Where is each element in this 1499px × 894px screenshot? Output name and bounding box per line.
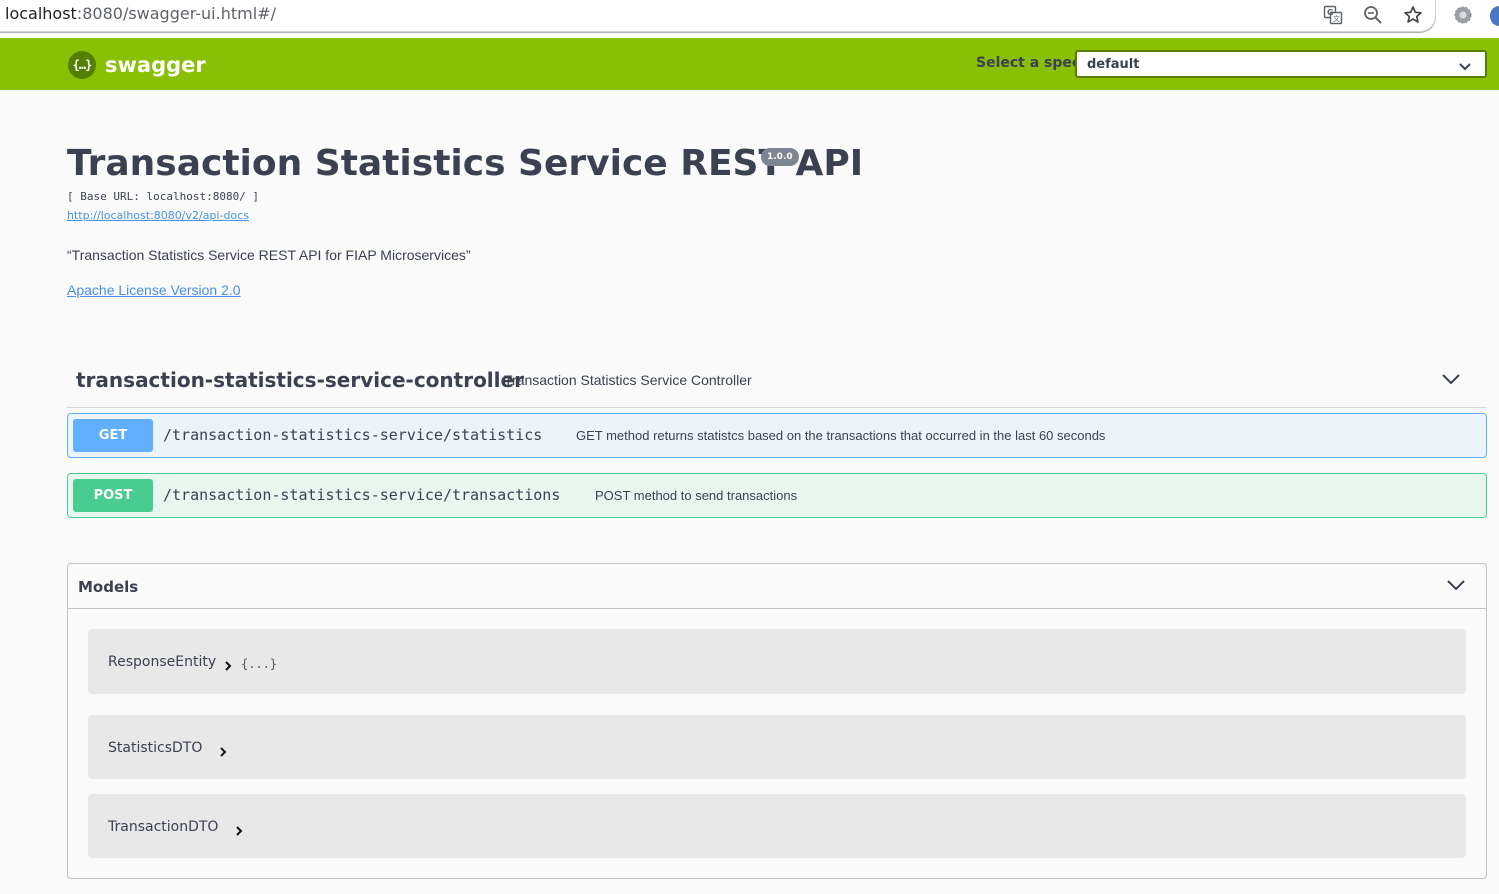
tag-description: Transaction Statistics Service Controlle… (504, 372, 752, 388)
model-response-entity[interactable]: ResponseEntity {...} (88, 629, 1466, 694)
address-bar-text: localhost:8080/swagger-ui.html#/ (5, 4, 276, 23)
license-link[interactable]: Apache License Version 2.0 (67, 282, 241, 298)
browser-toolbar: localhost:8080/swagger-ui.html#/ G文 (0, 0, 1499, 38)
api-title: Transaction Statistics Service REST API (67, 143, 864, 184)
version-badge: 1.0.0 (761, 148, 799, 166)
model-collapsed-preview[interactable]: {...} (241, 657, 277, 671)
operation-get-statistics[interactable]: GET /transaction-statistics-service/stat… (67, 413, 1487, 458)
operation-summary: POST method to send transactions (595, 488, 798, 503)
zoom-icon[interactable] (1362, 4, 1384, 26)
spec-select-label: Select a spec (976, 55, 1081, 71)
profile-avatar-icon[interactable] (1490, 6, 1499, 26)
models-title: Models (78, 578, 139, 596)
api-docs-link[interactable]: http://localhost:8080/v2/api-docs (67, 209, 249, 222)
operation-path: /transaction-statistics-service/transact… (163, 486, 561, 504)
models-section: Models ResponseEntity {...} StatisticsDT… (67, 563, 1487, 879)
model-name: ResponseEntity (108, 654, 217, 670)
method-badge-get: GET (73, 419, 153, 452)
translate-icon[interactable]: G文 (1322, 4, 1344, 26)
chevron-down-icon[interactable] (1446, 578, 1466, 597)
svg-text:文: 文 (1333, 14, 1340, 23)
bookmark-star-icon[interactable] (1402, 4, 1424, 26)
model-transaction-dto[interactable]: TransactionDTO (88, 794, 1466, 858)
spec-select-value: default (1087, 57, 1140, 72)
model-statistics-dto[interactable]: StatisticsDTO (88, 715, 1466, 779)
operation-summary: GET method returns statistcs based on th… (576, 428, 1106, 443)
address-bar[interactable]: localhost:8080/swagger-ui.html#/ (0, 0, 1436, 32)
chevron-right-icon[interactable] (224, 658, 232, 676)
operation-post-transactions[interactable]: POST /transaction-statistics-service/tra… (67, 473, 1487, 518)
swagger-logo[interactable]: {…} swagger (68, 51, 206, 79)
models-header[interactable]: Models (68, 564, 1486, 609)
tag-header[interactable]: transaction-statistics-service-controlle… (67, 360, 1487, 408)
swagger-topbar: {…} swagger Select a spec default (0, 38, 1499, 90)
tag-name: transaction-statistics-service-controlle… (76, 368, 524, 392)
base-url: [ Base URL: localhost:8080/ ] (67, 190, 260, 203)
method-badge-post: POST (73, 479, 153, 512)
chevron-right-icon[interactable] (235, 823, 243, 841)
model-name: StatisticsDTO (108, 740, 203, 756)
operation-path: /transaction-statistics-service/statisti… (163, 426, 543, 444)
chevron-down-icon[interactable] (1441, 372, 1461, 391)
chevron-down-icon (1459, 59, 1471, 77)
spec-select[interactable]: default (1075, 50, 1487, 78)
extension-icon[interactable] (1452, 4, 1474, 26)
chevron-right-icon[interactable] (219, 744, 227, 762)
swagger-logo-icon: {…} (68, 51, 96, 79)
api-description: “Transaction Statistics Service REST API… (67, 247, 471, 263)
swagger-logo-text: swagger (105, 53, 206, 77)
model-name: TransactionDTO (108, 819, 219, 835)
